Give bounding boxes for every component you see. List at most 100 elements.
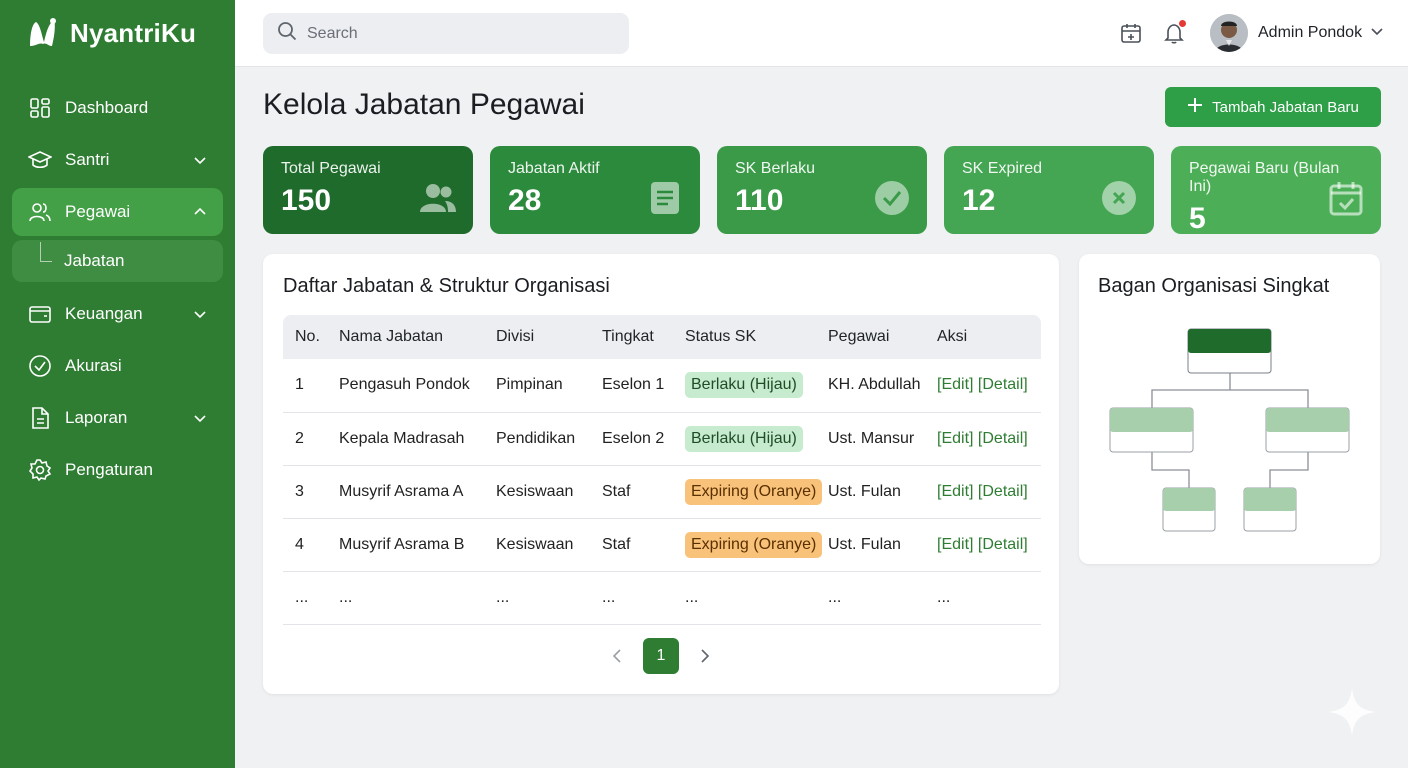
cell-nama-jabatan: Kepala Madrasah <box>339 412 496 466</box>
table-panel-title: Daftar Jabatan & Struktur Organisasi <box>283 275 610 297</box>
user-name: Admin Pondok <box>1258 24 1363 41</box>
chevron-down-icon <box>1370 24 1384 43</box>
calendar-check-icon <box>1327 179 1365 217</box>
logo-icon <box>30 18 56 46</box>
sidebar-item-label: Akurasi <box>65 356 122 375</box>
cell-aksi: [Edit] [Detail] <box>937 412 1041 466</box>
column-header-aksi: Aksi <box>937 315 1041 359</box>
sidebar-item-pegawai[interactable]: Pegawai <box>12 188 223 236</box>
calendar-add-icon[interactable] <box>1118 20 1144 46</box>
column-header-tingkat: Tingkat <box>602 315 685 359</box>
table-row-ellipsis: ... ... ... ... ... ... ... <box>283 571 1041 625</box>
edit-link[interactable]: [Edit] <box>937 430 973 447</box>
tree-branch-line <box>40 242 52 262</box>
search-icon <box>277 21 297 46</box>
cell-aksi: ... <box>937 571 1041 625</box>
cell-tingkat: Eselon 2 <box>602 412 685 466</box>
stat-label: Total Pegawai <box>281 160 381 177</box>
chevron-down-icon <box>193 411 207 425</box>
sidebar-subitem-jabatan[interactable]: Jabatan <box>12 240 223 282</box>
add-position-button-label: Tambah Jabatan Baru <box>1212 98 1359 116</box>
detail-link[interactable]: [Detail] <box>978 430 1028 447</box>
add-position-button[interactable]: Tambah Jabatan Baru <box>1165 87 1381 127</box>
org-chart-title: Bagan Organisasi Singkat <box>1098 275 1330 297</box>
sidebar-subitem-label: Jabatan <box>64 251 125 270</box>
stat-card-jabatan-aktif: Jabatan Aktif 28 <box>490 146 700 234</box>
cell-status-sk: Expiring (Oranye) <box>685 518 828 572</box>
graduation-cap-icon <box>28 148 52 172</box>
avatar <box>1210 14 1248 52</box>
sidebar-item-label: Pegawai <box>65 202 131 221</box>
detail-link[interactable]: [Detail] <box>978 376 1028 393</box>
cell-pegawai: Ust. Mansur <box>828 412 937 466</box>
document-icon <box>28 406 52 430</box>
edit-link[interactable]: [Edit] <box>937 536 973 553</box>
detail-link[interactable]: [Detail] <box>978 536 1028 553</box>
chevron-left-icon[interactable] <box>607 646 627 666</box>
chevron-down-icon <box>193 307 207 321</box>
cell-nama-jabatan: Pengasuh Pondok <box>339 359 496 413</box>
cell-tingkat: Staf <box>602 465 685 519</box>
positions-table: No. Nama Jabatan Divisi Tingkat Status S… <box>283 315 1041 625</box>
cell-pegawai: Ust. Fulan <box>828 465 937 519</box>
wallet-icon <box>28 302 52 326</box>
sidebar: NyantriKu Dashboard Santri Pegawai Jabat… <box>0 0 235 768</box>
sidebar-nav: Dashboard Santri Pegawai Jabatan Keuanga… <box>12 84 223 498</box>
stat-card-pegawai-baru: Pegawai Baru (Bulan Ini) 5 <box>1171 146 1381 235</box>
top-bar: Admin Pondok <box>235 0 1408 67</box>
logo[interactable]: NyantriKu <box>26 16 196 50</box>
column-header-no: No. <box>283 315 339 359</box>
status-badge: Expiring (Oranye) <box>685 478 823 505</box>
pagination: 1 <box>263 638 1059 674</box>
cell-no: ... <box>283 571 339 625</box>
search-box[interactable] <box>263 13 629 54</box>
stat-card-sk-berlaku: SK Berlaku 110 <box>717 146 927 234</box>
column-header-divisi: Divisi <box>496 315 602 359</box>
sidebar-item-santri[interactable]: Santri <box>12 136 223 184</box>
cell-aksi: [Edit] [Detail] <box>937 359 1041 413</box>
sidebar-item-akurasi[interactable]: Akurasi <box>12 342 223 390</box>
cell-divisi: Kesiswaan <box>496 465 602 519</box>
sparkle-icon <box>1328 688 1376 736</box>
org-node-left <box>1109 407 1194 453</box>
notification-dot <box>1179 20 1186 27</box>
column-header-pegawai: Pegawai <box>828 315 937 359</box>
sidebar-item-dashboard[interactable]: Dashboard <box>12 84 223 132</box>
sidebar-item-pengaturan[interactable]: Pengaturan <box>12 446 223 494</box>
cell-status-sk: Expiring (Oranye) <box>685 465 828 519</box>
search-input[interactable] <box>307 24 607 43</box>
cell-nama-jabatan: ... <box>339 571 496 625</box>
table-row: 1 Pengasuh Pondok Pimpinan Eselon 1 Berl… <box>283 359 1041 413</box>
bell-icon[interactable] <box>1161 20 1187 46</box>
check-circle-icon <box>873 179 911 217</box>
sidebar-item-keuangan[interactable]: Keuangan <box>12 290 223 338</box>
plus-icon <box>1187 97 1203 117</box>
edit-link[interactable]: [Edit] <box>937 483 973 500</box>
org-node-bottom-right <box>1243 487 1297 532</box>
cell-pegawai: Ust. Fulan <box>828 518 937 572</box>
detail-link[interactable]: [Detail] <box>978 483 1028 500</box>
cell-status-sk: Berlaku (Hijau) <box>685 359 828 413</box>
status-badge: Berlaku (Hijau) <box>685 425 803 452</box>
gear-icon <box>28 458 52 482</box>
cell-divisi: ... <box>496 571 602 625</box>
cell-status-sk: Berlaku (Hijau) <box>685 412 828 466</box>
sidebar-item-label: Santri <box>65 150 110 169</box>
cell-divisi: Pimpinan <box>496 359 602 413</box>
sidebar-item-label: Laporan <box>65 408 128 427</box>
sidebar-item-label: Keuangan <box>65 304 143 323</box>
cell-tingkat: ... <box>602 571 685 625</box>
column-header-status-sk: Status SK <box>685 315 828 359</box>
stat-card-total-pegawai: Total Pegawai 150 <box>263 146 473 234</box>
sidebar-item-laporan[interactable]: Laporan <box>12 394 223 442</box>
page-title: Kelola Jabatan Pegawai <box>263 88 585 121</box>
cell-pegawai: KH. Abdullah <box>828 359 937 413</box>
cell-no: 2 <box>283 412 339 466</box>
org-chart-diagram <box>1109 328 1350 532</box>
cell-nama-jabatan: Musyrif Asrama A <box>339 465 496 519</box>
page-number-current[interactable]: 1 <box>643 638 679 674</box>
org-node-top <box>1187 328 1272 374</box>
edit-link[interactable]: [Edit] <box>937 376 973 393</box>
chevron-right-icon[interactable] <box>695 646 715 666</box>
user-menu[interactable]: Admin Pondok <box>1210 14 1384 52</box>
